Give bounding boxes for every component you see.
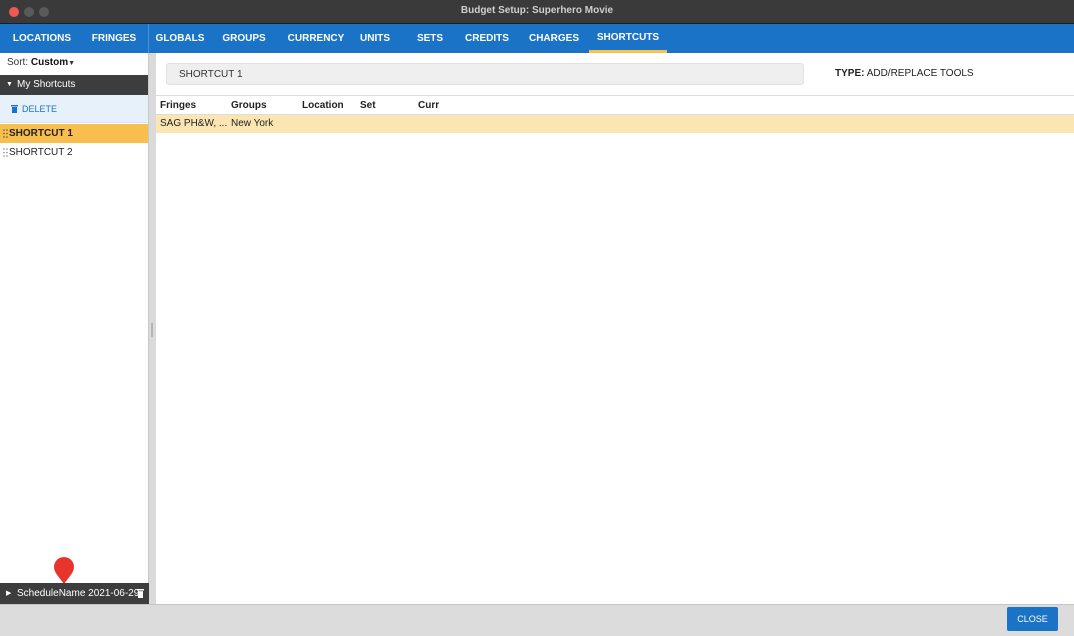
tab-units[interactable]: UNITS <box>352 24 398 53</box>
chevron-down-icon: ▼ <box>68 60 76 67</box>
schedule-bar[interactable]: ▶ ScheduleName 2021-06-29 <box>0 583 149 604</box>
column-header-fringes[interactable]: Fringes <box>160 100 196 111</box>
column-header-curr[interactable]: Curr <box>418 100 439 111</box>
tab-shortcuts[interactable]: SHORTCUTS <box>589 24 667 53</box>
shortcut-name-input[interactable] <box>166 63 804 85</box>
cell-fringes[interactable]: SAG PH&W, ... <box>160 118 227 129</box>
sort-value[interactable]: Custom <box>31 57 68 68</box>
tab-currency[interactable]: CURRENCY <box>283 24 349 53</box>
column-header-set[interactable]: Set <box>360 100 376 111</box>
sort-label: Sort: <box>7 57 29 68</box>
delete-label: DELETE <box>22 104 58 114</box>
shortcut-detail-panel: TYPE: ADD/REPLACE TOOLS Fringes Groups L… <box>156 53 1074 604</box>
column-header-groups[interactable]: Groups <box>231 100 267 111</box>
table-header: Fringes Groups Location Set Curr <box>156 95 1074 115</box>
table-row[interactable]: SAG PH&W, ... New York <box>156 115 1074 133</box>
collapsed-triangle-icon: ▶ <box>6 590 12 597</box>
tab-divider <box>148 24 149 53</box>
drag-handle-icon[interactable] <box>3 129 8 138</box>
window-titlebar: Budget Setup: Superhero Movie <box>0 0 1074 24</box>
type-value: ADD/REPLACE TOOLS <box>866 68 974 79</box>
shortcuts-sidebar: Sort: Custom▼ ▼ My Shortcuts DELETE SHOR… <box>0 53 149 604</box>
schedule-name: ScheduleName 2021-06-29 <box>17 588 140 599</box>
splitter-grip[interactable] <box>151 323 153 337</box>
tab-fringes[interactable]: FRINGES <box>87 24 141 53</box>
tab-groups[interactable]: GROUPS <box>217 24 271 53</box>
shortcut-item-label: SHORTCUT 1 <box>9 128 73 139</box>
shortcut-item-label: SHORTCUT 2 <box>9 147 73 158</box>
trash-icon <box>11 105 18 113</box>
drag-handle-icon[interactable] <box>3 148 8 157</box>
tab-credits[interactable]: CREDITS <box>459 24 515 53</box>
expanded-triangle-icon: ▼ <box>6 81 13 88</box>
tab-globals[interactable]: GLOBALS <box>153 24 207 53</box>
shortcut-item-1[interactable]: SHORTCUT 1 <box>0 124 148 143</box>
dialog-footer: CLOSE <box>0 604 1074 636</box>
panel-splitter[interactable] <box>149 53 156 604</box>
shortcut-type: TYPE: ADD/REPLACE TOOLS <box>835 68 974 79</box>
my-shortcuts-label: My Shortcuts <box>17 79 76 90</box>
delete-button[interactable]: DELETE <box>0 95 148 123</box>
tab-bar: LOCATIONS FRINGES GLOBALS GROUPS CURRENC… <box>0 24 1074 53</box>
location-pin-icon <box>54 557 74 584</box>
trash-icon[interactable] <box>137 589 144 598</box>
type-label: TYPE: <box>835 68 865 79</box>
cell-groups[interactable]: New York <box>231 118 273 129</box>
tab-locations[interactable]: LOCATIONS <box>5 24 79 53</box>
my-shortcuts-header[interactable]: ▼ My Shortcuts <box>0 75 148 95</box>
sort-control[interactable]: Sort: Custom▼ <box>7 57 75 68</box>
tab-sets[interactable]: SETS <box>411 24 449 53</box>
shortcut-item-2[interactable]: SHORTCUT 2 <box>0 143 148 162</box>
close-button[interactable]: CLOSE <box>1007 607 1058 631</box>
column-header-location[interactable]: Location <box>302 100 344 111</box>
tab-charges[interactable]: CHARGES <box>523 24 585 53</box>
window-title: Budget Setup: Superhero Movie <box>460 5 614 16</box>
